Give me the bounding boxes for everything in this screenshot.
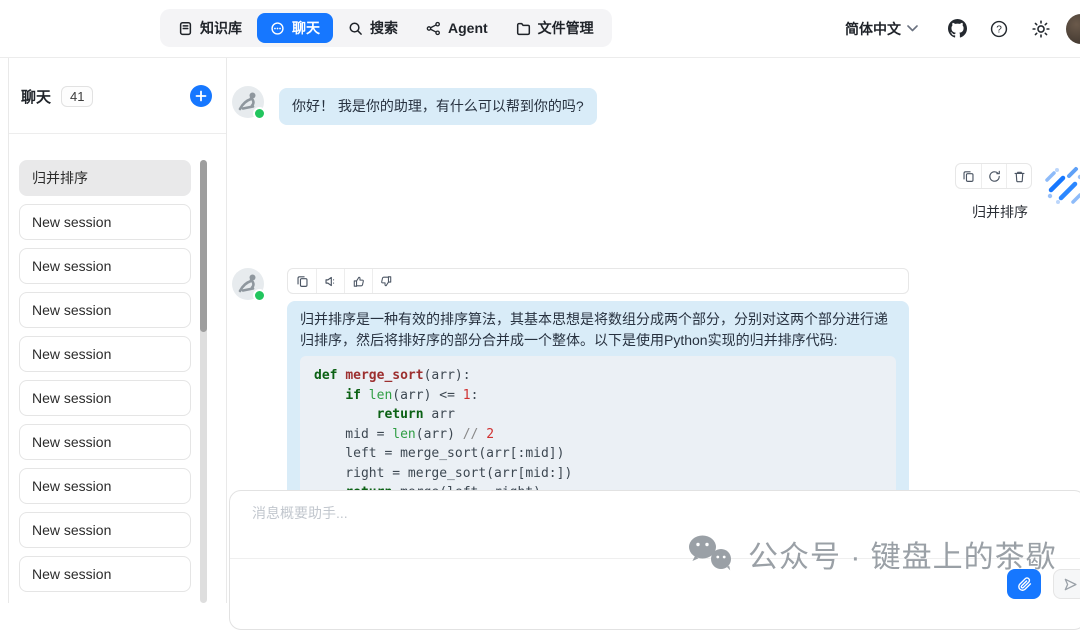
session-label: New session xyxy=(32,390,111,406)
session-label: New session xyxy=(32,346,111,362)
session-item[interactable]: 归并排序 xyxy=(19,160,191,196)
user-message-text: 归并排序 xyxy=(972,202,1032,222)
session-list: 归并排序 New session New session New session New… xyxy=(19,160,191,600)
assistant-message-toolbar xyxy=(287,268,909,294)
new-session-button[interactable] xyxy=(190,85,212,107)
paperclip-icon xyxy=(1017,577,1032,592)
composer xyxy=(229,490,1080,630)
assistant-avatar xyxy=(232,86,264,118)
sidebar-header: 聊天 41 xyxy=(21,85,212,107)
help-button[interactable]: ? xyxy=(982,12,1016,46)
github-button[interactable] xyxy=(940,12,974,46)
session-label: New session xyxy=(32,522,111,538)
session-item[interactable]: New session xyxy=(19,336,191,372)
session-item[interactable]: New session xyxy=(19,556,191,592)
assistant-avatar xyxy=(232,268,264,300)
session-item[interactable]: New session xyxy=(19,424,191,460)
sidebar: 聊天 41 归并排序 New session New session New sess… xyxy=(8,58,227,603)
theme-toggle-button[interactable] xyxy=(1024,12,1058,46)
session-item[interactable]: New session xyxy=(19,380,191,416)
copy-button[interactable] xyxy=(288,269,316,293)
composer-divider xyxy=(230,558,1080,559)
copy-button[interactable] xyxy=(956,164,981,188)
session-item[interactable]: New session xyxy=(19,468,191,504)
session-label: New session xyxy=(32,434,111,450)
session-label: 归并排序 xyxy=(32,168,88,188)
thumbs-up-button[interactable] xyxy=(344,269,372,293)
chat-area: 你好！ 我是你的助理，有什么可以帮到你的吗? 归并排序 xyxy=(228,58,1080,603)
tab-chat[interactable]: 聊天 xyxy=(257,13,333,43)
chat-icon xyxy=(270,21,285,36)
svg-text:?: ? xyxy=(996,24,1002,35)
composer-actions xyxy=(1007,569,1080,599)
session-count-badge: 41 xyxy=(61,86,93,107)
session-label: New session xyxy=(32,302,111,318)
session-item[interactable]: New session xyxy=(19,248,191,284)
language-selector[interactable]: 简体中文 xyxy=(839,18,924,40)
github-icon xyxy=(948,19,967,38)
chevron-down-icon xyxy=(907,25,918,32)
tab-label: 聊天 xyxy=(292,18,320,38)
session-label: New session xyxy=(32,258,111,274)
file-manager-icon xyxy=(516,21,531,36)
assistant-answer-row: 归并排序是一种有效的排序算法，其基本思想是将数组分成两个部分，分别对这两个部分进… xyxy=(232,268,909,521)
sidebar-divider xyxy=(9,133,226,134)
tab-file-manager[interactable]: 文件管理 xyxy=(503,13,607,43)
knowledge-base-icon xyxy=(178,21,193,36)
sun-icon xyxy=(1032,20,1050,38)
speaker-button[interactable] xyxy=(316,269,344,293)
tab-knowledge-base[interactable]: 知识库 xyxy=(165,13,255,43)
user-message-row: 归并排序 xyxy=(955,163,1080,222)
regenerate-button[interactable] xyxy=(981,164,1006,188)
tab-agent[interactable]: Agent xyxy=(413,13,501,43)
help-icon: ? xyxy=(990,20,1008,38)
user-message-toolbar xyxy=(955,163,1032,189)
session-label: New session xyxy=(32,566,111,582)
user-avatar xyxy=(1042,163,1080,207)
sidebar-scrollbar-thumb[interactable] xyxy=(200,160,207,332)
assistant-answer-bubble: 归并排序是一种有效的排序算法，其基本思想是将数组分成两个部分，分别对这两个部分进… xyxy=(287,301,909,521)
search-icon xyxy=(348,21,363,36)
assistant-greeting-row: 你好！ 我是你的助理，有什么可以帮到你的吗? xyxy=(232,86,597,125)
agent-icon xyxy=(426,21,441,36)
assistant-answer-text: 归并排序是一种有效的排序算法，其基本思想是将数组分成两个部分，分别对这两个部分进… xyxy=(300,309,896,350)
header-actions: 简体中文 ? xyxy=(839,0,1080,57)
sidebar-scrollbar[interactable] xyxy=(200,160,207,603)
assistant-greeting-bubble: 你好！ 我是你的助理，有什么可以帮到你的吗? xyxy=(279,88,597,125)
top-header: 知识库 聊天 搜索 Agent 文件管理 简体中文 ? xyxy=(0,0,1080,58)
delete-button[interactable] xyxy=(1006,164,1031,188)
tab-search[interactable]: 搜索 xyxy=(335,13,411,43)
session-item[interactable]: New session xyxy=(19,512,191,548)
main-nav: 知识库 聊天 搜索 Agent 文件管理 xyxy=(160,9,612,47)
language-label: 简体中文 xyxy=(845,19,901,39)
tab-label: 搜索 xyxy=(370,18,398,38)
online-status-dot xyxy=(253,107,266,120)
online-status-dot xyxy=(253,289,266,302)
tab-label: 知识库 xyxy=(200,18,242,38)
tab-label: Agent xyxy=(448,20,488,36)
message-input[interactable] xyxy=(250,501,1065,555)
sidebar-title: 聊天 xyxy=(21,86,51,107)
session-label: New session xyxy=(32,214,111,230)
session-label: New session xyxy=(32,478,111,494)
session-item[interactable]: New session xyxy=(19,204,191,240)
user-profile-avatar[interactable] xyxy=(1066,14,1080,44)
session-item[interactable]: New session xyxy=(19,292,191,328)
tab-label: 文件管理 xyxy=(538,18,594,38)
send-button[interactable] xyxy=(1053,569,1080,599)
thumbs-down-button[interactable] xyxy=(372,269,400,293)
send-icon xyxy=(1063,577,1078,592)
attach-file-button[interactable] xyxy=(1007,569,1041,599)
plus-icon xyxy=(195,90,207,102)
